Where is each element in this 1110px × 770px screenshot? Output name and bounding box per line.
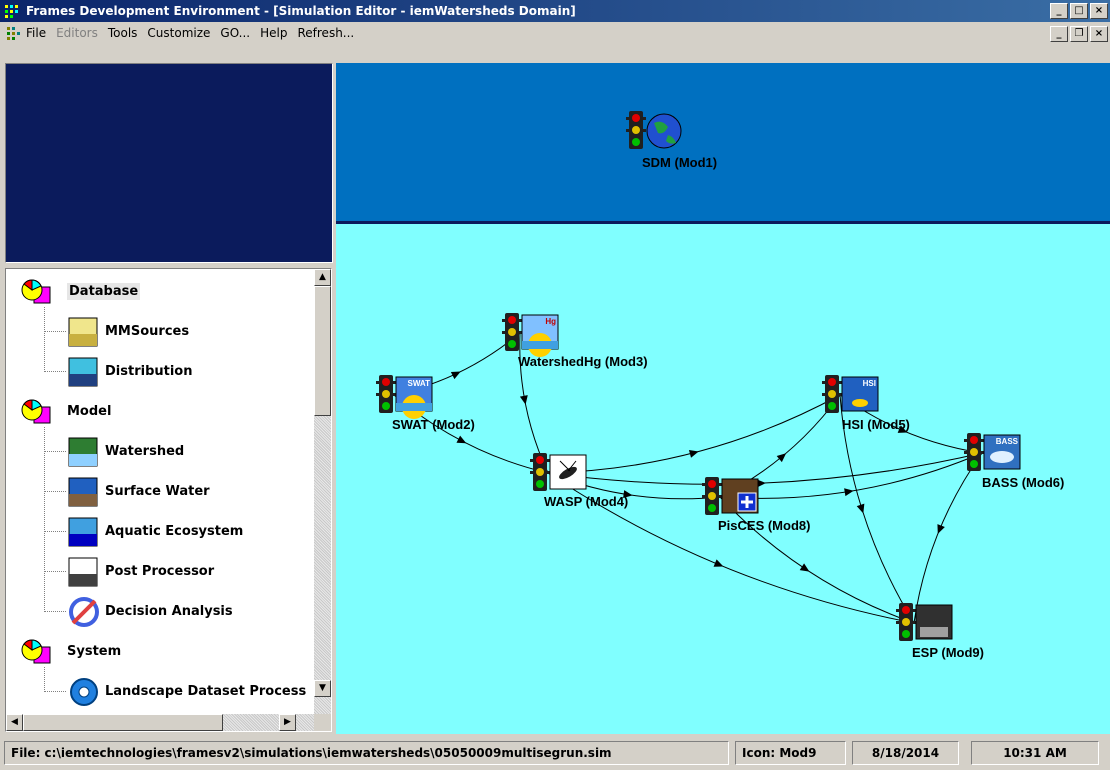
traffic-light-icon <box>896 603 916 641</box>
status-file-path: File: c:\iemtechnologies\framesv2\simula… <box>4 741 729 765</box>
doc-restore-button[interactable]: ❐ <box>1070 26 1088 42</box>
menu-file[interactable]: File <box>26 26 46 40</box>
tree-group-label: Database <box>67 283 141 300</box>
wasp-icon <box>549 454 587 490</box>
menu-editors: Editors <box>56 26 98 40</box>
tree-item-label: Watershed <box>105 444 185 459</box>
menu-customize[interactable]: Customize <box>147 26 210 40</box>
minimize-button[interactable]: _ <box>1050 3 1068 19</box>
component-tree: Database MMSources Distribution Model Waters… <box>5 268 332 732</box>
gear-icon <box>70 678 98 706</box>
surface-water-icon <box>68 477 98 507</box>
tree-connector <box>44 371 66 372</box>
module-label: PisCES (Mod8) <box>718 518 810 533</box>
close-button[interactable]: × <box>1090 3 1108 19</box>
menu-bar: File Editors Tools Customize GO... Help Refres… <box>0 22 1110 62</box>
tree-group-label: Model <box>67 404 112 419</box>
tree-item-label: Distribution <box>105 364 193 379</box>
menu-go[interactable]: GO... <box>220 26 250 40</box>
tree-connector <box>44 491 66 492</box>
tree-item-label: Decision Analysis <box>105 604 233 619</box>
traffic-light-icon <box>626 111 646 149</box>
tree-item-label: Post Processor <box>105 564 215 579</box>
status-icon: Icon: Mod9 <box>735 741 846 765</box>
module-label: HSI (Mod5) <box>842 417 910 432</box>
menu-help[interactable]: Help <box>260 26 287 40</box>
tree-connector <box>44 571 66 572</box>
model-group-icon <box>21 399 51 424</box>
traffic-light-icon <box>530 453 550 491</box>
pisces-icon <box>721 478 759 514</box>
tree-item-label: MMSources <box>105 324 190 339</box>
module-label: SWAT (Mod2) <box>392 417 475 432</box>
module-label: WASP (Mod4) <box>544 494 628 509</box>
status-bar: File: c:\iemtechnologies\framesv2\simula… <box>0 738 1110 770</box>
module-badge: SWAT <box>407 379 430 388</box>
tree-group-label: System <box>67 644 122 659</box>
traffic-light-icon <box>376 375 396 413</box>
scroll-corner <box>314 714 331 731</box>
tree-horizontal-scrollbar[interactable]: ◀ ▶ <box>6 714 314 731</box>
post-processor-icon <box>68 557 98 587</box>
doc-close-button[interactable]: × <box>1090 26 1108 42</box>
tree-connector <box>44 691 66 692</box>
tree-connector <box>44 611 66 612</box>
decision-analysis-icon <box>69 597 99 627</box>
scroll-right-button[interactable]: ▶ <box>279 714 296 731</box>
module-badge: BASS <box>996 437 1019 446</box>
module-label: SDM (Mod1) <box>642 155 717 170</box>
menu-tools[interactable]: Tools <box>108 26 138 40</box>
overview-panel <box>5 63 333 263</box>
doc-minimize-button[interactable]: _ <box>1050 26 1068 42</box>
scroll-thumb[interactable] <box>314 286 331 416</box>
tree-branch-line <box>44 307 45 372</box>
tree-vertical-scrollbar[interactable]: ▲ ▼ <box>314 269 331 714</box>
traffic-light-icon <box>822 375 842 413</box>
watershed-icon <box>68 437 98 467</box>
tree-branch-line <box>44 427 45 612</box>
tree-connector <box>44 331 66 332</box>
scroll-left-button[interactable]: ◀ <box>6 714 23 731</box>
menu-refresh[interactable]: Refresh... <box>297 26 354 40</box>
status-time: 10:31 AM <box>971 741 1099 765</box>
app-icon <box>4 3 20 19</box>
tree-branch-line <box>44 667 45 692</box>
simulation-canvas[interactable]: SDM (Mod1) SWAT SWAT (Mod2) Hg WatershedHg (… <box>336 63 1110 734</box>
module-badge: HSI <box>863 379 876 388</box>
scroll-down-button[interactable]: ▼ <box>314 680 331 697</box>
tree-item-label: Landscape Dataset Process <box>105 684 307 699</box>
document-icon[interactable] <box>6 25 22 41</box>
system-group-icon <box>21 639 51 664</box>
traffic-light-icon <box>502 313 522 351</box>
mmsources-icon <box>68 317 98 347</box>
panel-divider <box>336 221 1110 224</box>
database-group-icon <box>21 279 51 304</box>
tree-item-label: Surface Water <box>105 484 210 499</box>
module-label: BASS (Mod6) <box>982 475 1064 490</box>
globe-icon <box>646 113 682 149</box>
title-bar: Frames Development Environment - [Simula… <box>0 0 1110 22</box>
hscroll-thumb[interactable] <box>23 714 223 731</box>
module-badge: Hg <box>545 317 556 326</box>
tree-item-label: Aquatic Ecosystem <box>105 524 244 539</box>
scroll-up-button[interactable]: ▲ <box>314 269 331 286</box>
maximize-button[interactable]: □ <box>1070 3 1088 19</box>
module-label: WatershedHg (Mod3) <box>518 354 648 369</box>
traffic-light-icon <box>702 477 722 515</box>
esp-icon <box>915 604 953 640</box>
module-label: ESP (Mod9) <box>912 645 984 660</box>
tree-connector <box>44 531 66 532</box>
status-date: 8/18/2014 <box>852 741 959 765</box>
tree-connector <box>44 451 66 452</box>
top-domain-panel <box>336 63 1110 221</box>
aquatic-ecosystem-icon <box>68 517 98 547</box>
distribution-icon <box>68 357 98 387</box>
window-title: Frames Development Environment - [Simula… <box>26 4 576 18</box>
traffic-light-icon <box>964 433 984 471</box>
